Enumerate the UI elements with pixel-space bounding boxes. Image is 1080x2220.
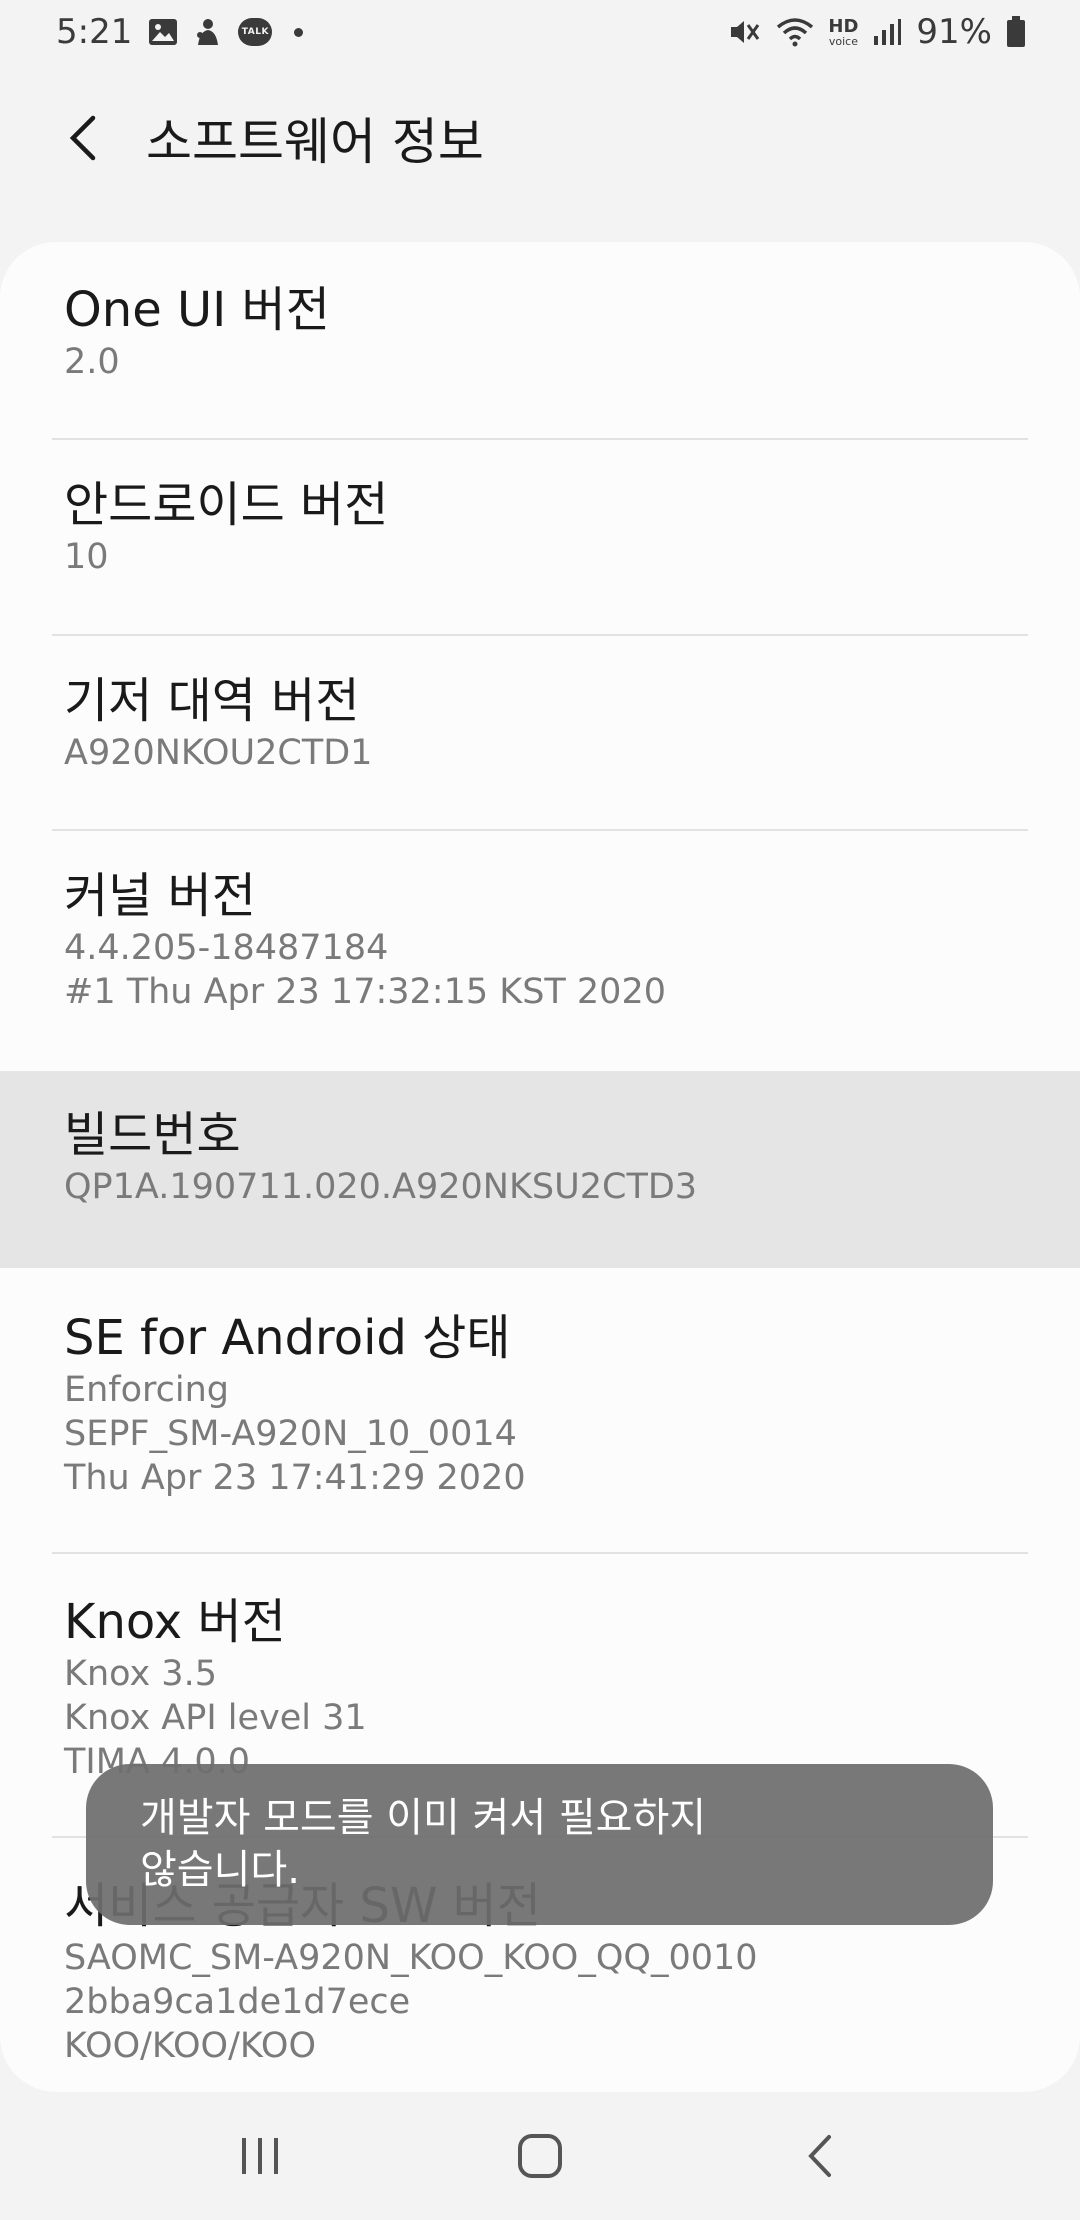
home-icon bbox=[518, 2134, 562, 2178]
app-notification-icon bbox=[194, 17, 222, 47]
gallery-notification-icon bbox=[148, 18, 178, 46]
status-bar: 5:21 TALK HD voice 91% bbox=[0, 0, 1080, 64]
list-item-kernel-version[interactable]: 커널 버전 4.4.205-18487184 #1 Thu Apr 23 17:… bbox=[0, 866, 1080, 1014]
toast-line: 않습니다. bbox=[140, 1847, 300, 1893]
list-item-value: 4.4.205-18487184 bbox=[64, 928, 389, 968]
developer-mode-toast: 개발자 모드를 이미 켜서 필요하지 않습니다. bbox=[86, 1764, 993, 1925]
list-item-value: SAOMC_SM-A920N_KOO_KOO_QQ_0010 bbox=[64, 1938, 758, 1978]
nav-back-icon bbox=[808, 2135, 831, 2177]
list-item-title: 빌드번호 bbox=[64, 1107, 241, 1163]
page-title: 소프트웨어 정보 bbox=[146, 113, 484, 171]
list-item-value: 10 bbox=[64, 537, 109, 577]
divider bbox=[52, 829, 1028, 831]
navigation-bar bbox=[0, 2092, 1080, 2220]
list-item-se-android-status[interactable]: SE for Android 상태 Enforcing SEPF_SM-A920… bbox=[0, 1308, 1080, 1500]
wifi-icon bbox=[776, 17, 814, 47]
status-left: 5:21 TALK bbox=[56, 12, 304, 52]
list-item-title: 커널 버전 bbox=[64, 868, 256, 924]
list-item-title: 기저 대역 버전 bbox=[64, 673, 360, 729]
list-item-value: Enforcing bbox=[64, 1370, 230, 1410]
list-item-title: SE for Android 상태 bbox=[64, 1310, 511, 1366]
list-item-value: QP1A.190711.020.A920NKSU2CTD3 bbox=[64, 1167, 698, 1207]
list-item-android-version[interactable]: 안드로이드 버전 10 bbox=[0, 475, 1080, 579]
divider bbox=[52, 634, 1028, 636]
list-item-value: KOO/KOO/KOO bbox=[64, 2026, 316, 2066]
home-button[interactable] bbox=[500, 2116, 580, 2196]
back-arrow-icon bbox=[69, 115, 96, 161]
list-item-title: 안드로이드 버전 bbox=[64, 477, 389, 533]
vibrate-mute-icon bbox=[728, 17, 762, 47]
list-item-one-ui-version[interactable]: One UI 버전 2.0 bbox=[0, 280, 1080, 384]
list-item-value: Thu Apr 23 17:41:29 2020 bbox=[64, 1458, 526, 1498]
list-item-value: 2bba9ca1de1d7ece bbox=[64, 1982, 411, 2022]
list-item-value: 2.0 bbox=[64, 342, 120, 382]
recent-apps-button[interactable] bbox=[220, 2116, 300, 2196]
list-item-knox-version[interactable]: Knox 버전 Knox 3.5 Knox API level 31 TIMA … bbox=[0, 1592, 1080, 1784]
hd-voice-icon: HD voice bbox=[828, 15, 859, 48]
back-button[interactable] bbox=[50, 106, 114, 170]
list-item-value: #1 Thu Apr 23 17:32:15 KST 2020 bbox=[64, 972, 666, 1012]
battery-percent: 91% bbox=[916, 12, 992, 52]
list-item-value: SEPF_SM-A920N_10_0014 bbox=[64, 1414, 517, 1454]
list-item-title: One UI 버전 bbox=[64, 282, 330, 338]
battery-icon bbox=[1006, 16, 1026, 48]
nav-back-button[interactable] bbox=[780, 2116, 860, 2196]
status-right: HD voice 91% bbox=[728, 12, 1026, 52]
divider bbox=[52, 1552, 1028, 1554]
recent-apps-icon bbox=[242, 2138, 278, 2174]
kakaotalk-notification-icon: TALK bbox=[238, 18, 273, 46]
divider bbox=[52, 438, 1028, 440]
list-item-baseband-version[interactable]: 기저 대역 버전 A920NKOU2CTD1 bbox=[0, 671, 1080, 775]
list-item-value: Knox API level 31 bbox=[64, 1698, 367, 1738]
signal-icon bbox=[872, 18, 902, 46]
toast-line: 개발자 모드를 이미 켜서 필요하지 bbox=[140, 1795, 707, 1841]
status-time: 5:21 bbox=[56, 12, 133, 52]
list-item-value: A920NKOU2CTD1 bbox=[64, 733, 373, 773]
hd-label: HD bbox=[828, 15, 859, 37]
list-item-value: Knox 3.5 bbox=[64, 1654, 217, 1694]
app-bar: 소프트웨어 정보 bbox=[0, 64, 1080, 212]
list-item-title: Knox 버전 bbox=[64, 1594, 286, 1650]
voice-label: voice bbox=[828, 34, 858, 48]
more-notifications-dot bbox=[294, 27, 304, 37]
list-item-build-number[interactable]: 빌드번호 QP1A.190711.020.A920NKSU2CTD3 bbox=[0, 1071, 1080, 1268]
